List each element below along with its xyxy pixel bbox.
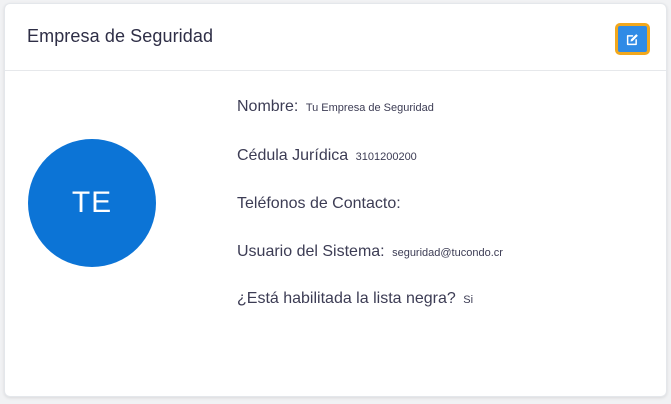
edit-button[interactable]	[615, 23, 650, 55]
field-telefonos: Teléfonos de Contacto:	[237, 195, 404, 213]
card-header: Empresa de Seguridad	[5, 4, 666, 71]
avatar: TE	[28, 139, 156, 267]
field-lista-negra-value: Si	[463, 294, 474, 306]
avatar-initials: TE	[71, 186, 113, 219]
field-usuario-label: Usuario del Sistema:	[237, 243, 385, 260]
field-telefonos-label: Teléfonos de Contacto:	[237, 195, 401, 212]
field-nombre-label: Nombre:	[237, 98, 299, 115]
card-title: Empresa de Seguridad	[27, 26, 214, 46]
field-nombre: Nombre: Tu Empresa de Seguridad	[237, 98, 434, 116]
field-nombre-value: Tu Empresa de Seguridad	[305, 102, 434, 114]
edit-icon	[626, 33, 638, 45]
field-lista-negra: ¿Está habilitada la lista negra? Si	[237, 290, 473, 308]
field-usuario: Usuario del Sistema: seguridad@tucondo.c…	[237, 243, 503, 261]
field-cedula-value: 3101200200	[355, 151, 417, 163]
field-cedula: Cédula Jurídica 3101200200	[237, 147, 417, 165]
field-cedula-label: Cédula Jurídica	[237, 147, 349, 164]
field-lista-negra-label: ¿Está habilitada la lista negra?	[237, 290, 456, 307]
field-usuario-value: seguridad@tucondo.cr	[392, 247, 503, 259]
company-card: Empresa de Seguridad TE Nombre: Tu Empre…	[4, 3, 667, 397]
